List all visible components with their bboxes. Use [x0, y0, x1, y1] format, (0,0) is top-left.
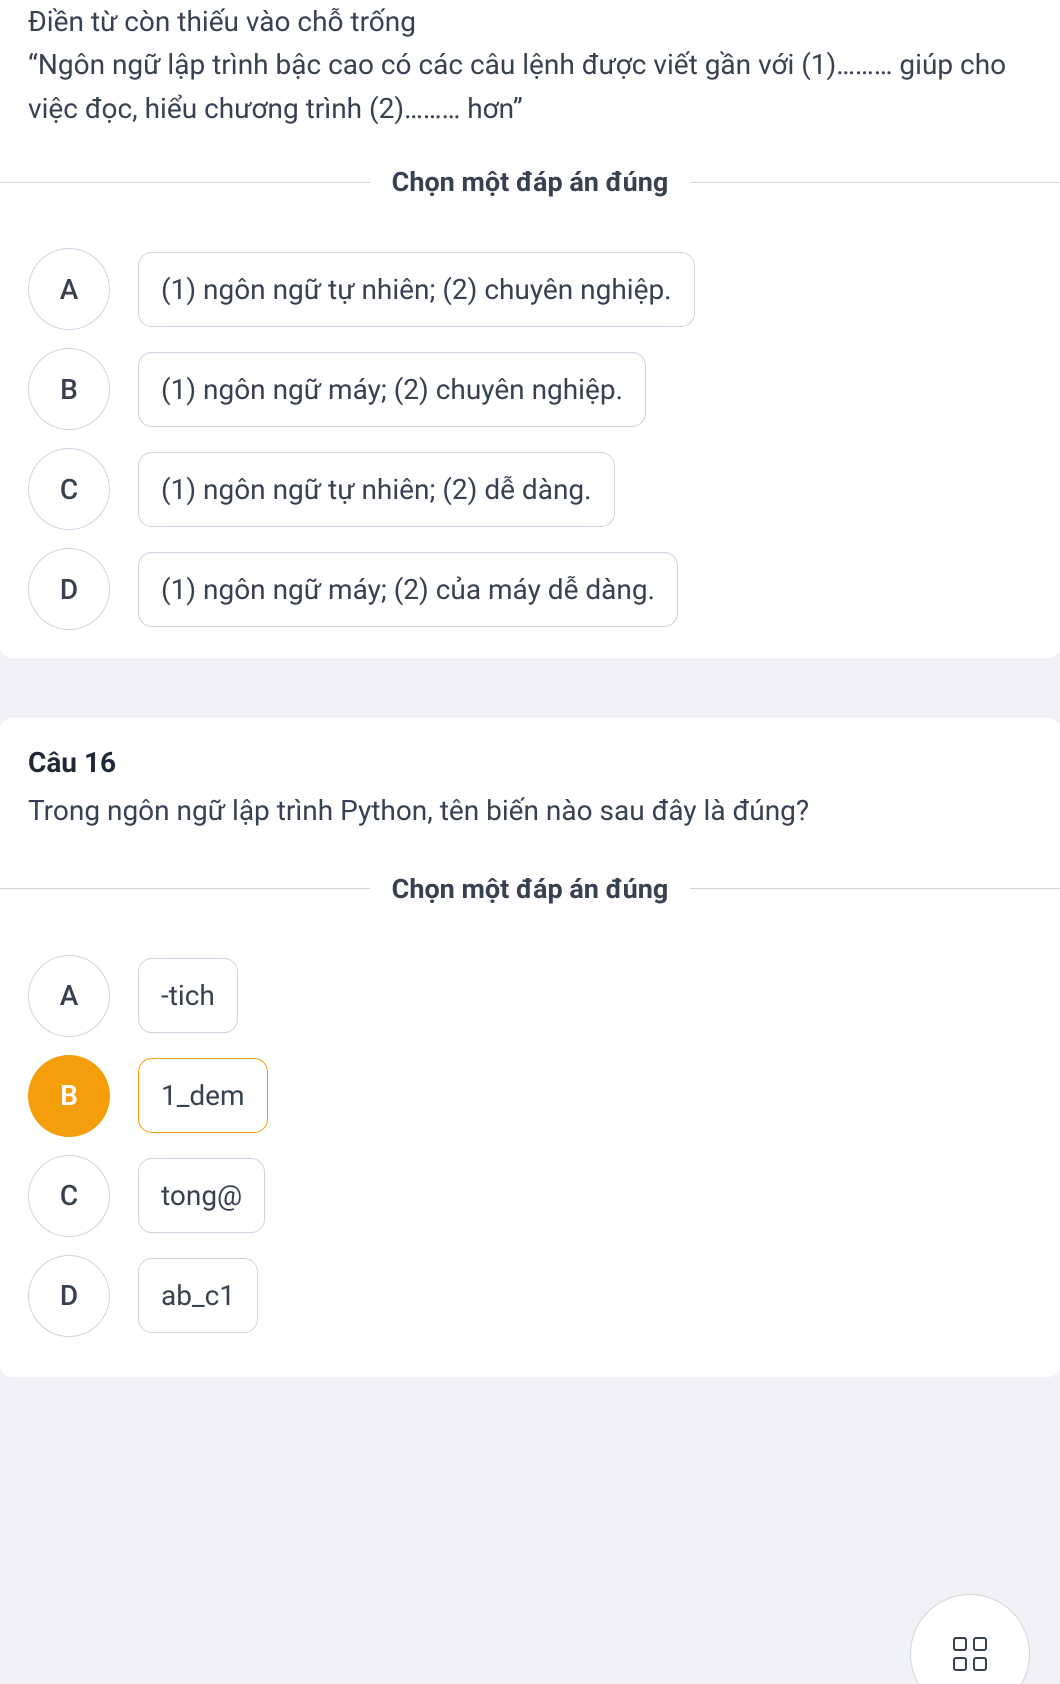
- option-letter[interactable]: C: [28, 448, 110, 530]
- option-text[interactable]: (1) ngôn ngữ máy; (2) chuyên nghiệp.: [138, 352, 646, 427]
- prompt-label: Chọn một đáp án đúng: [370, 873, 691, 905]
- option-letter[interactable]: D: [28, 548, 110, 630]
- option-a[interactable]: A -tich: [28, 955, 1032, 1037]
- prompt-divider: Chọn một đáp án đúng: [0, 166, 1060, 198]
- option-d[interactable]: D ab_c1: [28, 1255, 1032, 1337]
- question-text: Trong ngôn ngữ lập trình Python, tên biế…: [28, 789, 1032, 832]
- option-c[interactable]: C tong@: [28, 1155, 1032, 1237]
- option-text[interactable]: (1) ngôn ngữ tự nhiên; (2) dễ dàng.: [138, 452, 615, 527]
- option-c[interactable]: C (1) ngôn ngữ tự nhiên; (2) dễ dàng.: [28, 448, 1032, 530]
- option-b[interactable]: B (1) ngôn ngữ máy; (2) chuyên nghiệp.: [28, 348, 1032, 430]
- option-letter[interactable]: B: [28, 348, 110, 430]
- option-text[interactable]: 1_dem: [138, 1058, 268, 1133]
- option-text[interactable]: (1) ngôn ngữ máy; (2) của máy dễ dàng.: [138, 552, 678, 627]
- option-b[interactable]: B 1_dem: [28, 1055, 1032, 1137]
- option-text[interactable]: tong@: [138, 1158, 265, 1233]
- question-intro: Điền từ còn thiếu vào chỗ trống: [28, 0, 1032, 43]
- option-letter[interactable]: D: [28, 1255, 110, 1337]
- option-letter[interactable]: B: [28, 1055, 110, 1137]
- option-d[interactable]: D (1) ngôn ngữ máy; (2) của máy dễ dàng.: [28, 548, 1032, 630]
- grid-menu-button[interactable]: [910, 1594, 1030, 1684]
- option-text[interactable]: ab_c1: [138, 1258, 258, 1333]
- option-letter[interactable]: C: [28, 1155, 110, 1237]
- option-letter[interactable]: A: [28, 248, 110, 330]
- option-letter[interactable]: A: [28, 955, 110, 1037]
- divider-line: [0, 888, 370, 889]
- option-a[interactable]: A (1) ngôn ngữ tự nhiên; (2) chuyên nghi…: [28, 248, 1032, 330]
- options-list: A (1) ngôn ngữ tự nhiên; (2) chuyên nghi…: [28, 248, 1032, 630]
- divider-line: [690, 182, 1060, 183]
- option-text[interactable]: (1) ngôn ngữ tự nhiên; (2) chuyên nghiệp…: [138, 252, 695, 327]
- divider-line: [690, 888, 1060, 889]
- divider-line: [0, 182, 370, 183]
- question-title: Câu 16: [28, 746, 1032, 779]
- question-15-card: Điền từ còn thiếu vào chỗ trống “Ngôn ng…: [0, 0, 1060, 658]
- question-16-card: Câu 16 Trong ngôn ngữ lập trình Python, …: [0, 718, 1060, 1376]
- grid-icon: [953, 1637, 987, 1671]
- option-text[interactable]: -tich: [138, 958, 238, 1033]
- prompt-label: Chọn một đáp án đúng: [370, 166, 691, 198]
- question-text: “Ngôn ngữ lập trình bậc cao có các câu l…: [28, 43, 1032, 130]
- options-list: A -tich B 1_dem C tong@ D ab_c1: [28, 955, 1032, 1337]
- prompt-divider: Chọn một đáp án đúng: [0, 873, 1060, 905]
